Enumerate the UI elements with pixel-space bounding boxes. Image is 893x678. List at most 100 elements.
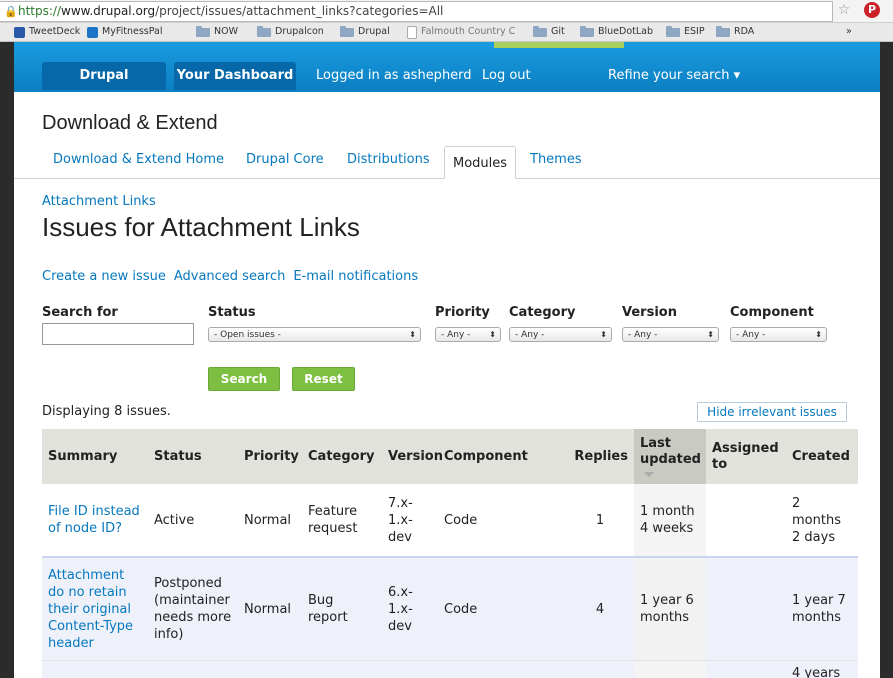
bookmark-label: ESIP: [684, 26, 705, 37]
col-assigned-to[interactable]: Assigned to: [706, 429, 786, 484]
page: Drupal Homepage Your Dashboard Logged in…: [14, 42, 880, 678]
summary-cell[interactable]: Attachment do no retain their original C…: [42, 556, 148, 661]
status-label: Status: [208, 305, 256, 320]
address-field[interactable]: 🔒https://www.drupal.org/project/issues/a…: [0, 1, 833, 22]
category-cell: Bug report: [302, 556, 382, 661]
replies-cell: [566, 660, 634, 678]
refine-search-dropdown[interactable]: Refine your search ▾: [608, 62, 740, 90]
col-summary[interactable]: Summary: [42, 429, 148, 484]
advanced-search-link[interactable]: Advanced search: [174, 269, 286, 284]
page-icon: [407, 25, 417, 39]
col-component[interactable]: Component: [438, 429, 566, 484]
nav-accent-bar: [494, 42, 624, 48]
bookmark-tweetdeck[interactable]: TweetDeck: [14, 23, 80, 41]
tab-themes[interactable]: Themes: [530, 152, 582, 167]
created-cell: 1 year 7 months: [786, 556, 858, 661]
bookmark-falmouth[interactable]: Falmouth Country C: [407, 23, 515, 41]
bookmark-label: NOW: [214, 26, 238, 37]
assigned-cell: [706, 484, 786, 558]
version-cell: 7.x-1.x-dev: [382, 484, 438, 558]
hide-irrelevant-issues-button[interactable]: Hide irrelevant issues: [697, 402, 847, 422]
priority-label: Priority: [435, 305, 490, 320]
issue-link[interactable]: Attachment do no retain their original C…: [48, 568, 133, 651]
col-category[interactable]: Category: [302, 429, 382, 484]
replies-cell: 4: [566, 556, 634, 661]
your-dashboard-button[interactable]: Your Dashboard: [174, 62, 296, 90]
drupal-homepage-button[interactable]: Drupal Homepage: [42, 62, 166, 111]
col-created[interactable]: Created: [786, 429, 858, 484]
pinterest-icon[interactable]: P: [864, 2, 880, 18]
summary-cell[interactable]: [42, 660, 148, 678]
table-row: 4 years: [42, 660, 858, 678]
select-arrows-icon: ⬍: [409, 330, 416, 339]
url-path: /project/issues/attachment_links?categor…: [155, 4, 444, 18]
status-select[interactable]: - Open issues - ⬍: [208, 327, 421, 342]
col-replies[interactable]: Replies: [566, 429, 634, 484]
browser-url-bar: 🔒https://www.drupal.org/project/issues/a…: [0, 0, 893, 23]
tweetdeck-icon: [14, 26, 25, 38]
component-select-value: - Any -: [736, 330, 766, 340]
bookmark-label: Falmouth Country C: [421, 26, 516, 37]
tab-distributions[interactable]: Distributions: [347, 152, 430, 167]
bookmark-esip[interactable]: ESIP: [666, 23, 705, 41]
search-button[interactable]: Search: [208, 367, 280, 391]
bookmark-bluedotlab[interactable]: BlueDotLab: [580, 23, 653, 41]
drupal-top-nav: Drupal Homepage Your Dashboard Logged in…: [14, 42, 880, 111]
table-header-row: Summary Status Priority Category Version…: [42, 429, 858, 484]
bookmark-myfitnesspal[interactable]: MyFitnessPal: [87, 23, 162, 41]
breadcrumb[interactable]: Attachment Links: [42, 194, 156, 209]
component-cell: Code: [438, 556, 566, 661]
priority-select[interactable]: - Any - ⬍: [435, 327, 501, 342]
bookmark-rda[interactable]: RDA: [716, 23, 754, 41]
col-version[interactable]: Version: [382, 429, 443, 484]
version-select[interactable]: - Any - ⬍: [622, 327, 719, 342]
summary-cell[interactable]: File ID instead of node ID?: [42, 484, 148, 558]
category-select[interactable]: - Any - ⬍: [509, 327, 612, 342]
category-label: Category: [509, 305, 576, 320]
email-notifications-link[interactable]: E-mail notifications: [293, 269, 418, 284]
folder-icon: [716, 25, 730, 37]
priority-cell: Normal: [238, 556, 302, 661]
last-updated-cell: [634, 660, 706, 678]
bookmark-drupalcon[interactable]: Drupalcon: [257, 23, 324, 41]
create-issue-link[interactable]: Create a new issue: [42, 269, 166, 284]
logout-link[interactable]: Log out: [482, 62, 531, 90]
bookmark-star-icon[interactable]: ☆: [836, 2, 852, 18]
col-last-updated[interactable]: Last updated: [634, 429, 706, 484]
section-title: Download & Extend: [42, 112, 218, 134]
bookmarks-overflow[interactable]: »: [846, 23, 852, 41]
folder-icon: [580, 25, 594, 37]
component-select[interactable]: - Any - ⬍: [730, 327, 827, 342]
bookmark-label: Drupal: [358, 26, 390, 37]
sort-desc-icon: [644, 472, 654, 477]
col-priority[interactable]: Priority: [238, 429, 302, 484]
bookmark-drupal[interactable]: Drupal: [340, 23, 390, 41]
version-cell: 6.x-1.x-dev: [382, 556, 438, 661]
status-cell: [148, 660, 238, 678]
table-row: Attachment do no retain their original C…: [42, 556, 858, 661]
version-label: Version: [622, 305, 677, 320]
logged-in-link[interactable]: Logged in as ashepherd: [316, 62, 472, 90]
last-updated-cell: 1 month 4 weeks: [634, 484, 706, 558]
reset-button[interactable]: Reset: [292, 367, 355, 391]
category-select-value: - Any -: [515, 330, 545, 340]
status-cell: Active: [148, 484, 238, 558]
page-title: Issues for Attachment Links: [42, 212, 360, 242]
col-status[interactable]: Status: [148, 429, 238, 484]
table-row: File ID instead of node ID? Active Norma…: [42, 484, 858, 558]
search-input[interactable]: [42, 323, 194, 345]
bookmark-now[interactable]: NOW: [196, 23, 238, 41]
bookmark-git[interactable]: Git: [533, 23, 565, 41]
bookmark-label: Drupalcon: [275, 26, 324, 37]
folder-icon: [196, 25, 210, 37]
tab-download-extend-home[interactable]: Download & Extend Home: [53, 152, 224, 167]
tab-drupal-core[interactable]: Drupal Core: [246, 152, 324, 167]
issue-link[interactable]: File ID instead of node ID?: [48, 504, 140, 536]
bookmark-label: MyFitnessPal: [102, 26, 163, 37]
tab-modules[interactable]: Modules: [444, 146, 517, 179]
priority-cell: [238, 660, 302, 678]
replies-cell: 1: [566, 484, 634, 558]
section-tabs: Download & Extend Home Drupal Core Distr…: [14, 146, 880, 179]
status-cell: Postponed (maintainer needs more info): [148, 556, 238, 661]
overflow-chevron-icon: »: [846, 26, 852, 37]
